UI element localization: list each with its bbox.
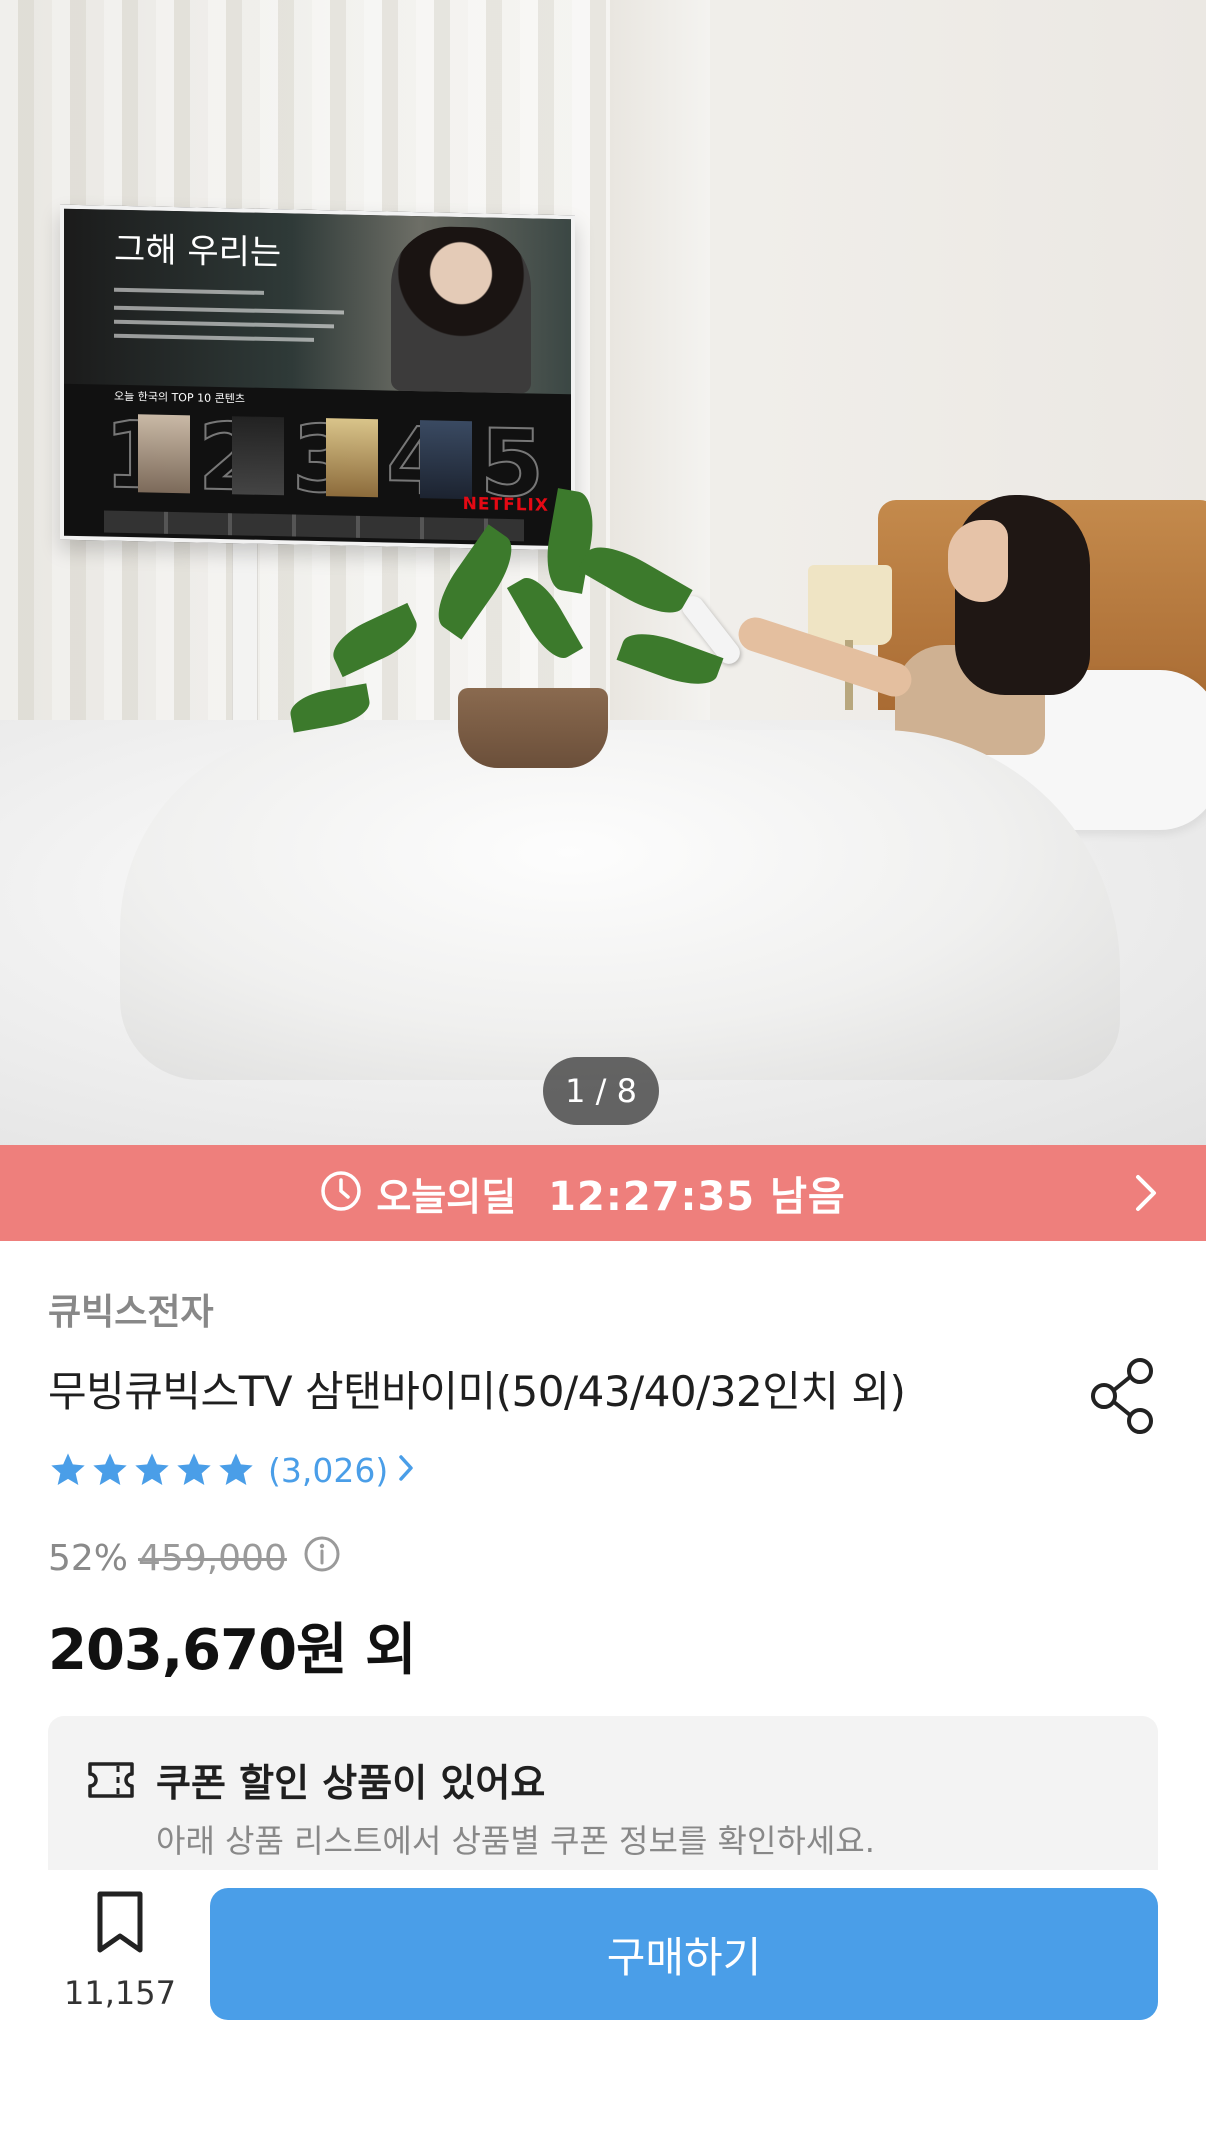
plant-pot [458,688,608,768]
clock-icon [320,1170,362,1216]
tv-person [391,225,531,394]
chevron-right-icon[interactable] [1130,1171,1160,1219]
netflix-logo: NETFLIX [462,494,549,516]
info-icon[interactable] [303,1535,341,1582]
star-icon [219,1453,253,1485]
today-deal-banner[interactable]: 오늘의딜 12:27:35 남음 [0,1145,1206,1241]
rating-stars [48,1450,256,1490]
tv-screen: 그해 우리는 오늘 한국의 TOP 10 콘텐츠 1 2 3 4 5 NETFL… [60,204,575,551]
duvet [120,730,1120,1080]
tv-bottom-row [104,510,524,542]
product-title: 무빙큐빅스TV 삼탠바이미(50/43/40/32인치 외) [48,1367,906,1416]
coupon-title: 쿠폰 할인 상품이 있어요 [156,1761,546,1805]
tv-rank: 5 [479,408,545,518]
tv-rank: 3 [291,404,378,515]
bookmark-button[interactable]: 11,157 [48,1890,192,2012]
brand-name[interactable]: 큐빅스전자 [48,1283,214,1335]
discount-rate: 52% [48,1538,129,1579]
coupon-description: 아래 상품 리스트에서 상품별 쿠폰 정보를 확인하세요. [156,1822,875,1860]
sale-price: 203,670원 외 [48,1618,417,1683]
tv-rank: 1 [103,401,190,511]
original-price: 459,000 [138,1538,287,1579]
deal-label: 오늘의딜 [376,1174,517,1219]
star-icon [93,1453,127,1485]
image-pager: 1 / 8 [543,1057,659,1125]
tv-title: 그해 우리는 [114,229,282,274]
bottom-action-bar: 11,157 구매하기 [0,1870,1206,2140]
lamp [808,565,892,645]
tv-rank: 4 [385,406,472,517]
deal-countdown: 12:27:35 남음 [548,1174,846,1220]
product-image[interactable]: 그해 우리는 오늘 한국의 TOP 10 콘텐츠 1 2 3 4 5 NETFL… [0,0,1206,1145]
coupon-notice[interactable]: 쿠폰 할인 상품이 있어요 아래 상품 리스트에서 상품별 쿠폰 정보를 확인하… [48,1716,1158,1870]
price-row: 52% 459,000 [48,1535,341,1582]
buy-button[interactable]: 구매하기 [210,1888,1158,2020]
bookmark-icon [92,1890,148,1960]
star-icon [135,1453,169,1485]
rating-row[interactable]: (3,026) [48,1450,416,1490]
tv-rank: 2 [197,402,284,513]
star-icon [51,1453,85,1485]
person-face [948,520,1008,602]
chevron-right-icon [396,1451,416,1489]
bookmark-count: 11,157 [64,1974,176,2012]
tv-top10-row: 1 2 3 4 5 [103,401,566,519]
star-icon [177,1453,211,1485]
review-count[interactable]: (3,026) [268,1451,388,1490]
share-icon[interactable] [1088,1355,1158,1439]
coupon-icon [86,1758,136,1806]
